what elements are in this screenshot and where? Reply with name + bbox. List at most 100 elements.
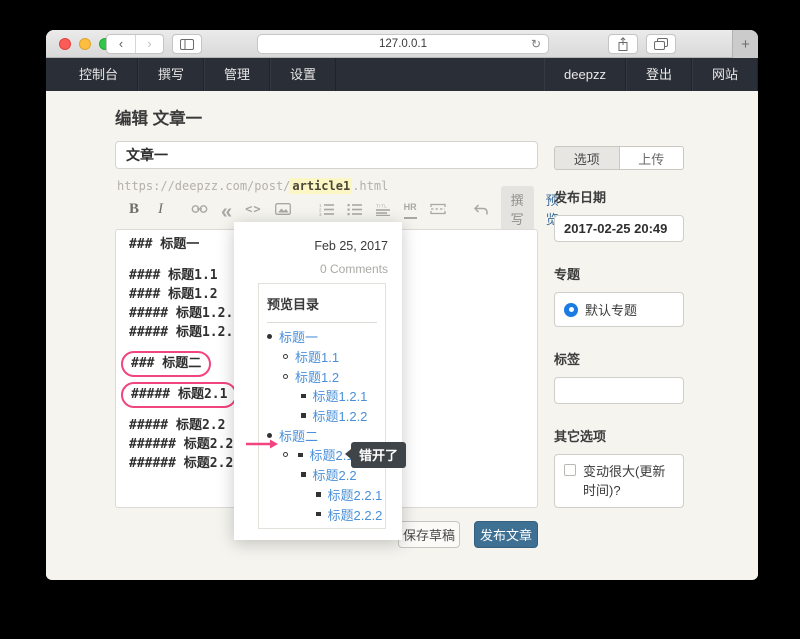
history-nav-buttons: ‹ › (106, 34, 164, 54)
nav-item-username[interactable]: deepzz (544, 58, 626, 91)
heading-icon: TITL (375, 203, 391, 216)
close-window-button[interactable] (59, 38, 71, 50)
topic-label: 专题 (554, 264, 684, 283)
topic-option-label: 默认专题 (585, 300, 637, 319)
post-url-prefix: https://deepzz.com/post/ (117, 179, 290, 193)
toc-bullet (267, 334, 272, 339)
toc-bullet (283, 374, 288, 379)
ordered-list-button[interactable]: 123 (319, 199, 334, 219)
nav-item-website[interactable]: 网站 (692, 58, 758, 91)
topic-card: 默认专题 (554, 292, 684, 327)
page-content: 编辑 文章一 https://deepzz.com/post/article1.… (46, 91, 758, 579)
publish-date-label: 发布日期 (554, 187, 684, 206)
toc-bullet (283, 354, 288, 359)
back-button[interactable]: ‹ (107, 35, 135, 53)
tab-overview-button[interactable] (646, 34, 676, 54)
code-button[interactable]: <> (245, 199, 261, 219)
sidebar-icon (180, 39, 194, 50)
post-url-slug: article1 (290, 178, 352, 194)
toc-link[interactable]: 标题1.2 (295, 367, 339, 386)
save-draft-button[interactable]: 保存草稿 (398, 521, 460, 548)
nav-item-write[interactable]: 撰写 (138, 58, 204, 91)
toc-bullet (301, 394, 306, 399)
topic-radio-checked[interactable] (564, 303, 578, 317)
link-icon (191, 204, 208, 214)
write-mode-button[interactable]: 撰写 (501, 186, 534, 232)
tab-options[interactable]: 选项 (554, 146, 620, 170)
pink-circle-annotation: ### 标题二 (121, 351, 211, 377)
toc-link[interactable]: 标题2.2 (313, 465, 357, 484)
horizontal-rule-button[interactable]: HR (404, 199, 417, 219)
publish-button[interactable]: 发布文章 (474, 521, 538, 548)
toc-item: 标题2.1错开了 (267, 445, 385, 465)
page-title: 编辑 文章一 (115, 105, 202, 129)
toc-bullet (298, 453, 303, 458)
editor-line-text: ##### 标题1.2.2 (129, 325, 241, 340)
toc-bullet (316, 512, 321, 517)
reload-icon[interactable]: ↻ (531, 37, 541, 51)
screenshot-stage: ‹ › 127.0.0.1 ↻ + 控制台 撰写 管理 设置 (0, 0, 800, 639)
italic-button[interactable]: I (158, 199, 163, 219)
sidebar-toggle-button[interactable] (172, 34, 202, 54)
forward-button[interactable]: › (135, 35, 163, 53)
nav-item-logout[interactable]: 登出 (626, 58, 692, 91)
other-options-card: 变动很大(更新时间)? (554, 454, 684, 508)
post-title-input[interactable] (115, 141, 538, 169)
major-change-label: 变动很大(更新时间)? (583, 462, 674, 500)
toc-item: 标题1.2.2 (267, 406, 385, 426)
editor-line-text: #### 标题1.1 (129, 268, 218, 283)
toc-link[interactable]: 标题一 (279, 327, 318, 346)
nav-item-manage[interactable]: 管理 (204, 58, 270, 91)
image-button[interactable] (275, 199, 291, 219)
toc-bullet (301, 472, 306, 477)
navbar-spacer (336, 58, 544, 91)
toc-item: 标题1.2.1 (267, 386, 385, 406)
address-url: 127.0.0.1 (379, 38, 427, 50)
publish-date-input[interactable] (554, 215, 684, 242)
editor-line-text: ###### 标题2.2.2 (129, 456, 249, 471)
post-url-suffix: .html (352, 179, 388, 193)
heading-button[interactable]: TITL (375, 199, 391, 219)
bold-button[interactable]: B (129, 199, 139, 219)
toc-item: 标题2.2 (267, 465, 385, 485)
toc-bullet (301, 413, 306, 418)
options-sidebar: 选项 上传 发布日期 专题 默认专题 标签 其它选项 变动很大(更新时间)? (554, 146, 684, 508)
unordered-list-button[interactable] (347, 199, 362, 219)
undo-button[interactable] (474, 199, 488, 219)
ordered-list-icon: 123 (319, 203, 334, 216)
link-button[interactable] (191, 199, 208, 219)
unordered-list-icon (347, 203, 362, 216)
toc-link[interactable]: 标题1.2.2 (313, 406, 368, 425)
page-break-icon (430, 203, 446, 215)
image-icon (275, 203, 291, 215)
minimize-window-button[interactable] (79, 38, 91, 50)
toc-link[interactable]: 标题1.2.1 (313, 386, 368, 405)
toc-link[interactable]: 标题1.1 (295, 347, 339, 366)
share-button[interactable] (608, 34, 638, 54)
editor-line-text: ##### 标题2.2 (129, 418, 225, 433)
tab-upload[interactable]: 上传 (620, 146, 685, 170)
app-navbar: 控制台 撰写 管理 设置 deepzz 登出 网站 (46, 58, 758, 91)
share-icon (617, 37, 629, 51)
tags-input[interactable] (554, 377, 684, 404)
toc-item: 标题1.1 (267, 347, 385, 367)
editor-line-text: ###### 标题2.2.1 (129, 437, 249, 452)
comments-count: 0 Comments (234, 262, 388, 276)
new-tab-button[interactable]: + (732, 30, 758, 58)
page-break-button[interactable] (430, 199, 446, 219)
toc-bullet (316, 492, 321, 497)
nav-item-settings[interactable]: 设置 (270, 58, 336, 91)
pink-circle-annotation: ##### 标题2.1 (121, 382, 237, 408)
undo-icon (474, 204, 488, 215)
quote-button[interactable]: « (221, 199, 232, 219)
editor-toolbar: B I « <> 123 TITL (115, 194, 538, 224)
major-change-checkbox[interactable] (564, 464, 576, 476)
toc-link[interactable]: 标题二 (279, 426, 318, 445)
toc-link[interactable]: 标题2.2.1 (328, 485, 383, 504)
post-url: https://deepzz.com/post/article1.html (117, 179, 388, 193)
nav-item-console[interactable]: 控制台 (60, 58, 138, 91)
editor-line-text: ### 标题一 (129, 237, 199, 252)
address-bar[interactable]: 127.0.0.1 ↻ (257, 34, 549, 54)
toc-link[interactable]: 标题2.2.2 (328, 505, 383, 524)
svg-text:3: 3 (319, 212, 322, 216)
